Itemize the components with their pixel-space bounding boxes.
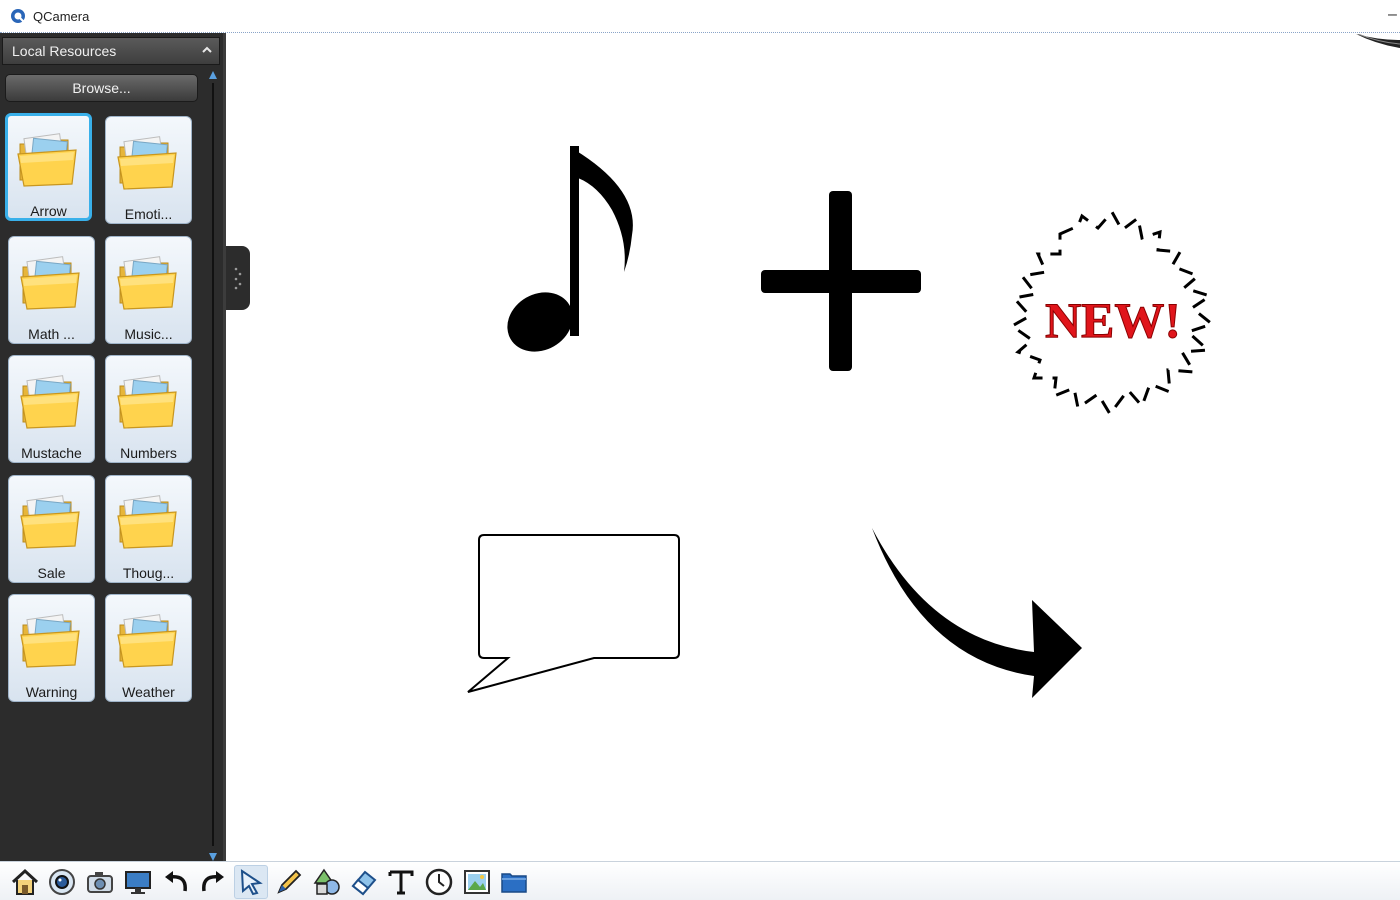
folder-icon bbox=[117, 375, 177, 429]
pen-tool-button[interactable] bbox=[272, 865, 306, 899]
folder-tile-numbers[interactable]: Numbers bbox=[105, 355, 192, 463]
folder-tile-arrow[interactable]: Arrow bbox=[5, 113, 92, 221]
pencil-icon bbox=[277, 869, 302, 894]
folder-icon bbox=[117, 256, 177, 310]
redo-button[interactable] bbox=[196, 865, 230, 899]
title-bar: QCamera – bbox=[0, 0, 1400, 33]
image-icon bbox=[464, 870, 490, 894]
folder-icon bbox=[117, 614, 177, 668]
monitor-icon bbox=[125, 871, 151, 894]
eraser-tool-button[interactable] bbox=[347, 865, 381, 899]
timer-tool-button[interactable] bbox=[422, 865, 456, 899]
qcamera-logo-icon bbox=[11, 9, 25, 23]
folder-label: Sale bbox=[37, 565, 66, 581]
folder-tile-math[interactable]: Math ... bbox=[8, 236, 95, 344]
folder-label: Mustache bbox=[21, 445, 82, 461]
webcam-icon bbox=[49, 869, 75, 895]
sidebar-drag-handle[interactable] bbox=[226, 246, 250, 310]
folder-icon bbox=[17, 133, 77, 187]
text-tool-button[interactable] bbox=[384, 865, 418, 899]
folder-label: Music... bbox=[124, 326, 173, 342]
folder-tile-sale[interactable]: Sale bbox=[8, 475, 95, 583]
folder-icon bbox=[117, 495, 177, 549]
folder-label: Arrow bbox=[30, 203, 67, 219]
chevron-up-icon[interactable] bbox=[201, 44, 213, 56]
page-curl-icon[interactable] bbox=[1356, 34, 1400, 58]
folder-tile-warning[interactable]: Warning bbox=[8, 594, 95, 702]
folder-label: Warning bbox=[25, 684, 78, 700]
panel-title: Local Resources bbox=[12, 43, 117, 59]
curved-arrow-icon[interactable] bbox=[872, 528, 1082, 698]
shapes-icon bbox=[313, 868, 340, 895]
minimize-button[interactable]: – bbox=[1388, 6, 1400, 26]
folder-icon bbox=[20, 614, 80, 668]
scroll-down-arrow-icon[interactable] bbox=[209, 853, 217, 861]
home-icon bbox=[11, 868, 39, 895]
cursor-arrow-icon bbox=[240, 869, 263, 896]
folder-label: Thoug... bbox=[122, 565, 175, 581]
folder-tile-thoughts[interactable]: Thoug... bbox=[105, 475, 192, 583]
screen-button[interactable] bbox=[121, 865, 155, 899]
speech-bubble-icon[interactable] bbox=[467, 534, 680, 693]
whiteboard-canvas[interactable]: NEW! bbox=[229, 34, 1400, 861]
clock-icon bbox=[425, 868, 453, 896]
new-badge-text: NEW! bbox=[1045, 292, 1181, 348]
folder-tile-emoti[interactable]: Emoti... bbox=[105, 116, 192, 224]
select-tool-button[interactable] bbox=[234, 865, 268, 899]
folder-label: Math ... bbox=[28, 326, 75, 342]
open-folder-button[interactable] bbox=[497, 865, 531, 899]
grip-dots-icon bbox=[234, 267, 242, 290]
undo-icon bbox=[165, 871, 187, 892]
eraser-icon bbox=[351, 870, 377, 896]
folder-label: Numbers bbox=[120, 445, 177, 461]
sidebar-scrollbar[interactable] bbox=[209, 71, 217, 861]
folder-icon bbox=[501, 873, 527, 893]
new-badge-icon[interactable]: NEW! bbox=[1009, 209, 1216, 417]
folder-icon bbox=[20, 256, 80, 310]
folder-label: Weather bbox=[122, 684, 175, 700]
scrollbar-track[interactable] bbox=[212, 83, 214, 846]
folder-icon bbox=[20, 495, 80, 549]
shapes-tool-button[interactable] bbox=[310, 865, 344, 899]
image-tool-button[interactable] bbox=[460, 865, 494, 899]
home-button[interactable] bbox=[8, 865, 42, 899]
folder-label: Emoti... bbox=[124, 206, 173, 222]
camera-icon bbox=[87, 872, 113, 893]
browse-button[interactable]: Browse... bbox=[5, 74, 198, 102]
camera-button[interactable] bbox=[45, 865, 79, 899]
folder-icon bbox=[117, 136, 177, 190]
bottom-toolbar bbox=[0, 861, 1400, 900]
music-note-icon[interactable] bbox=[497, 146, 633, 363]
folder-tile-mustache[interactable]: Mustache bbox=[8, 355, 95, 463]
window-title: QCamera bbox=[33, 8, 90, 24]
local-resources-sidebar: Local Resources Browse... Arrow Emoti...… bbox=[0, 33, 226, 861]
plus-icon[interactable] bbox=[761, 191, 921, 371]
panel-header[interactable]: Local Resources bbox=[2, 37, 220, 65]
snapshot-button[interactable] bbox=[83, 865, 117, 899]
folder-icon bbox=[20, 375, 80, 429]
redo-icon bbox=[202, 871, 224, 892]
folder-tile-music[interactable]: Music... bbox=[105, 236, 192, 344]
folder-tile-weather[interactable]: Weather bbox=[105, 594, 192, 702]
text-icon bbox=[388, 870, 414, 895]
scroll-up-arrow-icon[interactable] bbox=[209, 71, 217, 79]
undo-button[interactable] bbox=[159, 865, 193, 899]
